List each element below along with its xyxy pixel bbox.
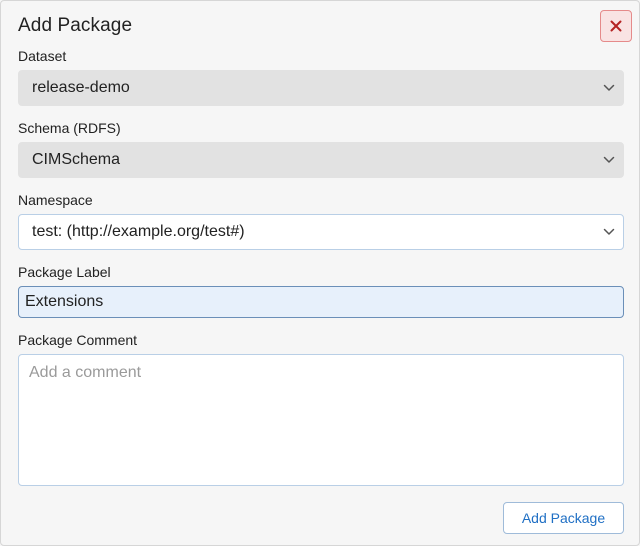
dataset-select[interactable]: release-demo bbox=[18, 70, 624, 106]
schema-label: Schema (RDFS) bbox=[18, 120, 121, 136]
add-package-button[interactable]: Add Package bbox=[503, 502, 624, 534]
close-icon bbox=[610, 20, 622, 32]
package-label-label: Package Label bbox=[18, 264, 111, 280]
package-label-input[interactable]: Extensions bbox=[18, 286, 624, 318]
schema-value: CIMSchema bbox=[32, 151, 121, 168]
dialog-title: Add Package bbox=[18, 15, 133, 36]
chevron-down-icon bbox=[603, 84, 615, 91]
add-package-dialog: Add Package Dataset release-demo Schema … bbox=[0, 0, 640, 546]
dataset-label: Dataset bbox=[18, 48, 67, 64]
chevron-down-icon bbox=[603, 228, 615, 235]
namespace-label: Namespace bbox=[18, 192, 93, 208]
schema-select[interactable]: CIMSchema bbox=[18, 142, 624, 178]
package-comment-textarea[interactable]: Add a comment bbox=[18, 354, 624, 486]
package-comment-label: Package Comment bbox=[18, 332, 138, 348]
close-button[interactable] bbox=[600, 10, 632, 42]
package-label-value: Extensions bbox=[25, 293, 104, 310]
dataset-value: release-demo bbox=[32, 79, 130, 96]
namespace-select[interactable]: test: (http://example.org/test#) bbox=[18, 214, 624, 250]
chevron-down-icon bbox=[603, 156, 615, 163]
package-comment-placeholder: Add a comment bbox=[29, 364, 142, 381]
namespace-value: test: (http://example.org/test#) bbox=[32, 223, 245, 240]
